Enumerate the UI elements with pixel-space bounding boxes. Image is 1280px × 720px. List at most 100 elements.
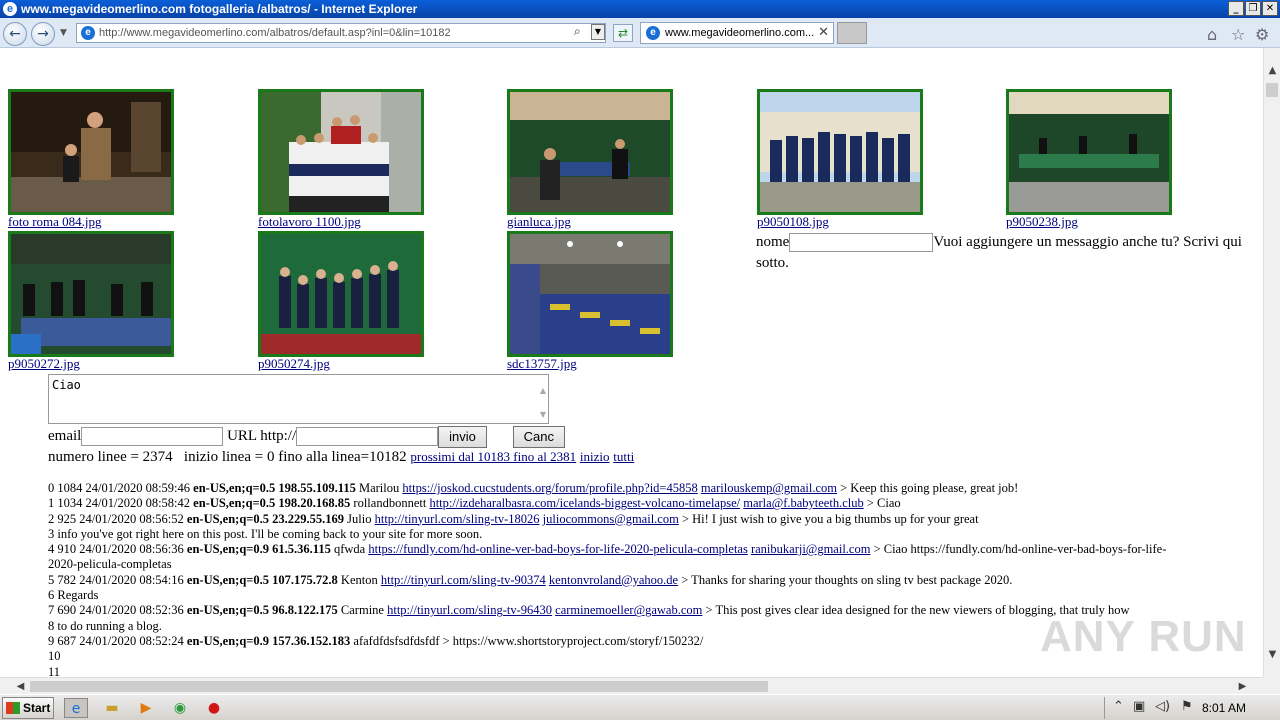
log-email-link[interactable]: juliocommons@gmail.com xyxy=(543,512,679,526)
log-author: Marilou xyxy=(358,481,400,495)
log-email-link[interactable]: marla@f.babyteeth.club xyxy=(743,496,864,510)
media-player-taskbar-icon[interactable]: ▶ xyxy=(134,698,158,718)
photo-thumbnail[interactable] xyxy=(507,231,673,357)
search-icon[interactable]: ⌕ xyxy=(574,24,581,39)
email-label: email xyxy=(48,428,82,444)
message-textarea[interactable]: Ciao ▲ ▼ xyxy=(48,374,549,424)
horizontal-scroll-thumb[interactable] xyxy=(30,681,768,692)
new-tab-button[interactable] xyxy=(837,22,867,44)
start-link[interactable]: inizio xyxy=(580,449,610,464)
log-email-link[interactable]: kentonvroland@yahoo.de xyxy=(549,573,678,587)
back-arrow-icon[interactable]: ← xyxy=(3,22,27,46)
log-line: 5 782 24/01/2020 08:54:16 en-US,en;q=0.5… xyxy=(48,573,1248,588)
tab-title: www.megavideomerlino.com... xyxy=(665,27,815,39)
refresh-icon[interactable]: ⇄ xyxy=(613,24,633,42)
scroll-right-icon[interactable]: ▶ xyxy=(1234,678,1251,695)
volume-icon[interactable]: ◁) xyxy=(1155,699,1170,714)
stats-row: numero linee = 2374 inizio linea = 0 fin… xyxy=(48,447,634,467)
photo-caption-link[interactable]: foto roma 084.jpg xyxy=(8,215,174,229)
action-center-flag-icon[interactable]: ⚑ xyxy=(1181,699,1193,714)
contact-row: email URL http:// invio Canc xyxy=(48,425,565,448)
log-email-link[interactable]: carminemoeller@gawab.com xyxy=(555,603,702,617)
scroll-down-icon[interactable]: ▼ xyxy=(1264,646,1280,663)
clock: 8:01 AM xyxy=(1201,701,1246,715)
close-window-button[interactable]: ✕ xyxy=(1262,1,1278,16)
log-url-link[interactable]: http://tinyurl.com/sling-tv-18026 xyxy=(375,512,540,526)
log-url-link[interactable]: https://fundly.com/hd-online-ver-bad-boy… xyxy=(368,542,747,556)
page-content: foto roma 084.jpg fotolavoro 1100.jpg gi… xyxy=(0,48,1263,677)
vertical-scroll-thumb[interactable] xyxy=(1266,83,1278,97)
gallery-item: p9050238.jpg xyxy=(1006,89,1172,229)
message-text: Ciao xyxy=(52,378,81,392)
photo-thumbnail[interactable] xyxy=(258,231,424,357)
log-url-link[interactable]: http://tinyurl.com/sling-tv-96430 xyxy=(387,603,552,617)
photo-team-outdoor xyxy=(760,92,920,212)
network-icon[interactable]: ▣ xyxy=(1133,699,1145,714)
photo-thumbnail[interactable] xyxy=(507,89,673,215)
photo-caption-link[interactable]: p9050108.jpg xyxy=(757,215,923,229)
photo-thumbnail[interactable] xyxy=(757,89,923,215)
url-input[interactable] xyxy=(296,427,439,447)
photo-caption-link[interactable]: sdc13757.jpg xyxy=(507,357,673,371)
photo-gym-hall xyxy=(510,234,670,354)
all-link[interactable]: tutti xyxy=(613,449,634,464)
address-bar[interactable]: e http://www.megavideomerlino.com/albatr… xyxy=(76,23,606,43)
minimize-button[interactable]: _ xyxy=(1228,1,1244,16)
url-label: URL http:// xyxy=(227,428,297,444)
photo-caption-link[interactable]: p9050274.jpg xyxy=(258,357,424,371)
scroll-up-icon[interactable]: ▲ xyxy=(1264,62,1280,79)
address-dropdown-icon[interactable]: ▼ xyxy=(591,24,605,40)
photo-caption-link[interactable]: gianluca.jpg xyxy=(507,215,673,229)
next-page-link[interactable]: prossimi dal 10183 fino al 2381 xyxy=(410,449,576,464)
email-input[interactable] xyxy=(81,427,224,447)
photo-thumbnail[interactable] xyxy=(8,231,174,357)
log-text: 6 Regards xyxy=(48,588,99,603)
log-meta: 7 690 24/01/2020 08:52:36 xyxy=(48,603,184,618)
favorites-star-icon[interactable]: ☆ xyxy=(1231,25,1245,44)
log-text: 3 info you've got right here on this pos… xyxy=(48,526,483,541)
log-email-link[interactable]: marilouskemp@gmail.com xyxy=(701,481,837,495)
cancel-button[interactable]: Canc xyxy=(512,425,565,448)
photo-caption-link[interactable]: fotolavoro 1100.jpg xyxy=(258,215,424,229)
log-meta: 0 1084 24/01/2020 08:59:46 xyxy=(48,481,191,495)
vertical-scrollbar[interactable]: ▲ ▼ xyxy=(1263,48,1280,677)
tools-gear-icon[interactable]: ⚙ xyxy=(1255,25,1269,44)
photo-caption-link[interactable]: p9050238.jpg xyxy=(1006,215,1172,229)
forward-arrow-icon[interactable]: → xyxy=(31,22,55,46)
log-author: Kenton xyxy=(340,572,378,587)
log-line: 3 info you've got right here on this pos… xyxy=(48,527,1248,542)
photo-thumbnail[interactable] xyxy=(258,89,424,215)
photo-thumbnail[interactable] xyxy=(8,89,174,215)
scrollbar-corner xyxy=(1263,677,1280,694)
nome-input[interactable] xyxy=(789,233,934,253)
gallery-item: gianluca.jpg xyxy=(507,89,673,229)
nome-label: nome xyxy=(756,234,790,250)
tray-expand-icon[interactable]: ⌃ xyxy=(1113,699,1124,714)
close-tab-icon[interactable]: ✕ xyxy=(818,23,829,43)
history-dropdown-icon[interactable]: ▼ xyxy=(60,28,67,38)
log-locale-ip: en-US,en;q=0.9 157.36.152.183 xyxy=(186,633,351,648)
folder-taskbar-icon[interactable]: ▬ xyxy=(100,698,124,718)
browser-tab[interactable]: e www.megavideomerlino.com... ✕ xyxy=(640,22,834,44)
ie-taskbar-icon[interactable]: e xyxy=(64,698,88,718)
restore-button[interactable]: ❐ xyxy=(1245,1,1261,16)
log-url-link[interactable]: https://joskod.cucstudents.org/forum/pro… xyxy=(402,481,697,495)
log-url-link[interactable]: http://izdeharalbasra.com/icelands-bigge… xyxy=(429,496,740,510)
scroll-left-icon[interactable]: ◀ xyxy=(12,678,29,695)
log-url-link[interactable]: http://tinyurl.com/sling-tv-90374 xyxy=(381,573,546,587)
horizontal-scrollbar[interactable]: ◀ ▶ xyxy=(0,677,1263,694)
textarea-scroll-arrows-icon[interactable]: ▲ ▼ xyxy=(540,379,546,427)
log-message: > Thanks for sharing your thoughts on sl… xyxy=(681,572,1013,587)
stats-text: numero linee = 2374 inizio linea = 0 fin… xyxy=(48,449,407,465)
antivirus-taskbar-icon[interactable]: ● xyxy=(202,698,226,718)
log-meta: 1 1034 24/01/2020 08:58:42 xyxy=(48,496,191,511)
submit-button[interactable]: invio xyxy=(438,425,487,448)
photo-caption-link[interactable]: p9050272.jpg xyxy=(8,357,174,371)
ie-page-icon: e xyxy=(81,26,95,40)
chrome-taskbar-icon[interactable]: ◉ xyxy=(168,698,192,718)
log-meta: 5 782 24/01/2020 08:54:16 xyxy=(48,572,184,587)
home-icon[interactable]: ⌂ xyxy=(1207,25,1217,44)
log-email-link[interactable]: ranibukarji@gmail.com xyxy=(751,542,870,556)
photo-thumbnail[interactable] xyxy=(1006,89,1172,215)
start-button[interactable]: Start xyxy=(2,697,54,719)
